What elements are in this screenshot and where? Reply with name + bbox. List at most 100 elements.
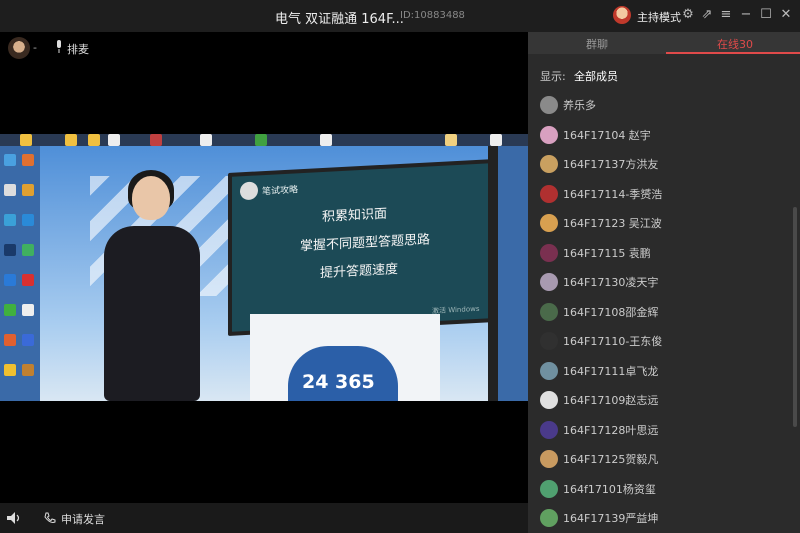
member-row[interactable]: 164F17109赵志远 [528,386,800,414]
slide-logo [240,181,258,201]
slide-title: 笔试攻略 [262,185,299,198]
member-row[interactable]: 164F17137方洪友 [528,150,800,178]
desktop-icon [4,244,16,256]
desktop-icon [445,134,457,146]
room-id: ID:10883488 [400,10,465,21]
member-row[interactable]: 164F17115 袁鹏 [528,239,800,267]
member-row[interactable]: 164F17114-季赟浩 [528,180,800,208]
teacher-body [104,226,200,401]
mic-icon [57,40,61,53]
bottom-bar: 申请发言 [0,503,528,533]
podium-text: 24 365 [302,371,375,393]
desktop-icon [255,134,267,146]
presenter-name: - [33,41,37,54]
member-name: 164F17115 袁鹏 [563,246,651,260]
member-row[interactable]: 164F17104 赵宇 [528,121,800,149]
presenter-avatar[interactable] [8,37,30,59]
video-feed: 笔试攻略 积累知识面 掌握不同题型答题思路 提升答题速度 激活 Windows … [0,134,528,401]
slide-line: 积累知识面 [322,206,388,226]
desktop-icon [22,334,34,346]
member-name: 164F17139严益坤 [563,512,659,525]
member-row[interactable]: 164F17125贺毅凡 [528,445,800,473]
desktop-icon [320,134,332,146]
desktop-icon [20,134,32,146]
close-icon[interactable]: ✕ [778,7,794,23]
member-avatar [540,214,558,232]
settings-icon[interactable]: ⚙ [680,7,696,23]
phone-icon[interactable] [44,512,56,524]
member-row[interactable]: 164F17139严益坤 [528,504,800,532]
speaker-icon[interactable] [7,512,21,524]
member-row[interactable]: 养乐多 [528,91,800,119]
window-title: 电气 双证融通 164F... [275,12,404,27]
host-avatar[interactable] [613,6,631,24]
desktop-icon [22,154,34,166]
remote-desktop-taskbar [0,134,528,146]
member-name: 养乐多 [563,99,596,112]
member-row[interactable]: 164F17130凌天宇 [528,268,800,296]
member-row[interactable]: 164F17128叶思远 [528,416,800,444]
member-name: 164F17108邵金辉 [563,305,659,319]
member-avatar [540,125,558,144]
member-avatar [540,450,558,468]
desktop-icon [22,244,34,256]
member-name: 164F17114-季赟浩 [563,187,663,201]
desktop-icon [65,134,77,146]
desktop-icon [4,274,16,286]
slide-line: 提升答题速度 [320,262,399,282]
member-avatar [540,184,558,203]
host-mode-label[interactable]: 主持模式 [637,9,681,25]
tab-online[interactable]: 在线30 [717,36,753,52]
member-name: 164F17130凌天宇 [563,276,659,289]
member-row[interactable]: 164F17108邵金辉 [528,298,800,326]
filter-dropdown[interactable]: 全部成员 [574,68,618,84]
remote-toolbar [488,146,498,401]
filter-label: 显示: [540,70,566,83]
desktop-icon [22,214,34,226]
member-list-scrollbar[interactable] [793,207,797,427]
member-avatar [540,391,558,409]
member-name: 164F17109赵志远 [563,394,659,407]
member-row[interactable]: 164f17101杨资玺 [528,475,800,503]
maximize-icon[interactable]: ☐ [758,7,774,23]
desktop-icon [22,274,34,286]
classroom-video: 笔试攻略 积累知识面 掌握不同题型答题思路 提升答题速度 激活 Windows … [40,146,488,401]
desktop-icon [22,364,34,376]
desktop-icon [22,184,34,196]
member-row[interactable]: 164F17110-王东俊 [528,327,800,355]
title-bar: 电气 双证融通 164F... ID:10883488 主持模式 ⚙ ⇗ ≡ −… [0,0,800,32]
active-tab-indicator [666,52,800,54]
member-avatar [540,243,558,262]
desktop-icon [200,134,212,146]
member-avatar [540,420,558,439]
desktop-icon [150,134,162,146]
desktop-icon [4,154,16,166]
desktop-icon [490,134,502,146]
minimize-icon[interactable]: − [738,7,754,23]
member-row[interactable]: 164F17111卓飞龙 [528,357,800,385]
desktop-icon [4,304,16,316]
desktop-icon [4,364,16,376]
tab-group-chat[interactable]: 群聊 [586,36,608,52]
apply-speak-button[interactable]: 申请发言 [61,511,105,527]
member-row[interactable]: 164F17123 吴江波 [528,209,800,237]
slide-screen: 笔试攻略 积累知识面 掌握不同题型答题思路 提升答题速度 激活 Windows [228,159,488,336]
menu-icon[interactable]: ≡ [718,7,734,23]
member-name: 164F17137方洪友 [563,158,659,171]
panel-tabs: 群聊 在线30 [528,32,800,54]
member-avatar [540,273,558,291]
member-avatar [540,509,558,527]
popout-icon[interactable]: ⇗ [699,7,715,23]
queue-button[interactable]: 排麦 [67,41,89,57]
desktop-icon [4,184,16,196]
member-name: 164F17128叶思远 [563,423,659,437]
slide-line: 掌握不同题型答题思路 [300,232,431,255]
desktop-icon [22,304,34,316]
member-name: 164F17104 赵宇 [563,128,651,142]
teacher-face [132,176,170,220]
member-name: 164F17125贺毅凡 [563,453,659,466]
desktop-icon [108,134,120,146]
member-avatar [540,302,558,321]
member-name: 164f17101杨资玺 [563,482,656,496]
member-avatar [540,361,558,380]
